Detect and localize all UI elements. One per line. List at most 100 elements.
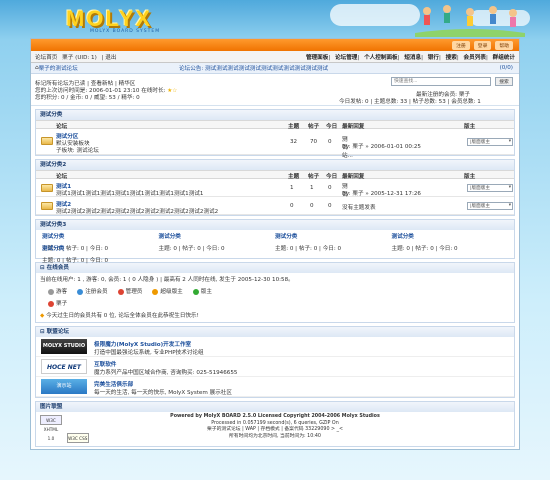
category-section: 测试分类2 论坛 主题 帖子 今日 最新回复 版主 测试1 测试1测试1测试1测… xyxy=(35,159,515,216)
legend-mod: 版主 xyxy=(192,287,212,295)
folder-icon xyxy=(41,202,53,210)
nav-admin-panel[interactable]: 管理面板 xyxy=(306,55,328,61)
announcement[interactable]: 论坛公告: 测试测试测试测试测试测试测试测试测试测试测试 xyxy=(179,64,328,72)
admin-icon xyxy=(117,288,124,295)
cloud-decoration xyxy=(330,4,420,26)
legend-supermod: 超级版主 xyxy=(152,287,183,295)
link-logo[interactable]: 演示站 xyxy=(41,379,87,394)
search-button[interactable]: 搜索 xyxy=(495,77,513,86)
link-desc: 每一天的生活, 每一天的快乐, MolyX System 展示社区 xyxy=(94,390,232,396)
nav-search[interactable]: 搜索 xyxy=(446,55,457,61)
legend-admin: 管理员 xyxy=(117,287,142,295)
forum-row: 测试1 测试1测试1测试1测试1测试1测试1测试1测试1测试1测试1 1 1 0… xyxy=(36,179,514,214)
forum-topics: 1 xyxy=(290,185,294,191)
subcategory-cell[interactable]: 测试分类 主题: 0 | 帖子: 0 | 今日: 0 xyxy=(159,232,276,252)
moderator-select[interactable]: |版面版主 xyxy=(467,138,513,146)
nav-user-link[interactable]: 栗子 (UID: 1) xyxy=(62,55,97,61)
category-section: 测试分类 论坛 主题 帖子 今日 最新回复 版主 测试分区 默认安装板块 子板块… xyxy=(35,109,515,159)
login-button[interactable]: 登录 xyxy=(473,41,492,50)
subforum-link[interactable]: 子板块: 测试论坛 xyxy=(56,146,99,154)
birthday-text: ◆ 今天过生日的会员共有 0 位, 论坛全体会员在此恭祝生日快乐! xyxy=(40,313,199,319)
page-frame: 注册 登录 帮助 论坛首页 栗子 (UID: 1) | 退出 管理面板| 论坛管… xyxy=(30,38,520,450)
link-desc: 打造中国最强论坛系统, 专业PHP技术讨论组 xyxy=(94,350,204,356)
links-section: ⊟ 联盟论坛 MOLYX STUDIO 极限魔力(MolyX Studio)开发… xyxy=(35,326,515,398)
table-header: 论坛 主题 帖子 今日 最新回复 版主 xyxy=(36,120,514,130)
site-logo-subtitle: MOLYX BOARD SYSTEM xyxy=(90,29,161,34)
forum-today: 0 xyxy=(328,139,332,145)
nav-home-link[interactable]: 论坛首页 xyxy=(35,55,57,61)
online-section: ⊟ 在线会员 当前在线用户: 1 , 游客: 0, 会员: 1 ( 0 人隐身 … xyxy=(35,262,515,323)
moderator-select[interactable]: |版面版主 xyxy=(467,184,513,192)
online-user[interactable]: 栗子 xyxy=(36,297,514,309)
forum-posts: 1 xyxy=(310,185,314,191)
forum-desc: 测试2测试2测试2测试2测试2测试2测试2测试2测试2测试2测试2 xyxy=(56,209,219,215)
link-item[interactable]: 演示站 完美生活俱乐部 每一天的生活, 每一天的快乐, MolyX System… xyxy=(36,377,514,397)
collapse-icon[interactable]: ⊟ xyxy=(40,329,47,335)
nav-bank[interactable]: 银行 xyxy=(428,55,439,61)
nav-groups[interactable]: 群组统计 xyxy=(493,55,515,61)
nav-bar: 论坛首页 栗子 (UID: 1) | 退出 管理面板| 论坛管理| 个人控制面板… xyxy=(31,51,519,63)
link-name[interactable]: 互联软件 xyxy=(94,360,116,368)
subcategory-cell[interactable]: 测试分类 主题: 0 | 帖子: 0 | 今日: 0 xyxy=(275,232,392,252)
link-item[interactable]: MOLYX STUDIO 极限魔力(MolyX Studio)开发工作室 打造中… xyxy=(36,337,514,357)
nav-messages[interactable]: 短消息 xyxy=(404,55,421,61)
links-title[interactable]: ⊟ 联盟论坛 xyxy=(36,327,514,337)
link-logo[interactable]: HOCE NET xyxy=(41,359,87,374)
nav-members[interactable]: 会员列表 xyxy=(464,55,486,61)
last-reply-title: 没有主题发表 xyxy=(342,205,376,211)
nav-user-cp[interactable]: 个人控制面板 xyxy=(364,55,398,61)
last-reply-by[interactable]: By: 栗子 » 2006-01-01 00:25 xyxy=(342,142,421,150)
forum-row: 测试2 测试2测试2测试2测试2测试2测试2测试2测试2测试2测试2测试2 0 … xyxy=(36,197,514,215)
help-button[interactable]: 帮助 xyxy=(495,41,513,50)
admin-icon xyxy=(48,300,54,307)
guest-icon xyxy=(48,288,54,295)
subcategory-grid: 测试分类 主题: 0 | 帖子: 0 | 今日: 0 测试分类 主题: 0 | 帖子… xyxy=(36,230,514,264)
footer-time: 所有时间均为北京时间, 当前时间为: 10:40 xyxy=(229,433,321,439)
category-section: 测试分类3 测试分类 主题: 0 | 帖子: 0 | 今日: 0 测试分类 主题: … xyxy=(35,219,515,264)
star-icon: ★☆ xyxy=(167,88,178,94)
subcategory-cell[interactable]: 测试分类 主题: 0 | 帖子: 0 | 今日: 0 xyxy=(392,232,509,252)
forum-today: 0 xyxy=(328,203,332,209)
category-title[interactable]: 测试分类3 xyxy=(36,220,514,230)
moderator-select[interactable]: |版面版主 xyxy=(467,202,513,210)
member-icon xyxy=(77,288,84,295)
link-item[interactable]: HOCE NET 互联软件 魔力系列产品中国区域合作商, 咨询购买: 025-5… xyxy=(36,357,514,377)
breadcrumb-bar: ⌂ 栗子的测试论坛 论坛公告: 测试测试测试测试测试测试测试测试测试测试测试 (… xyxy=(31,63,519,74)
search-input[interactable] xyxy=(391,77,491,86)
category-title[interactable]: 测试分类 xyxy=(36,110,514,120)
folder-icon xyxy=(41,137,53,145)
footer: Powered by MolyX BOARD 2.5.0 Licensed Co… xyxy=(0,414,550,440)
breadcrumb[interactable]: 栗子的测试论坛 xyxy=(39,64,78,72)
legend-guest: 游客 xyxy=(48,287,67,295)
link-desc: 魔力系列产品中国区域合作商, 咨询购买: 025-51946655 xyxy=(94,370,238,376)
user-info-panel: 标记所有论坛为已读 | 查看新帖 | 精华区 您的上次访问时间是: 2006-0… xyxy=(31,74,519,106)
last-reply-by[interactable]: By: 栗子 » 2005-12-31 17:26 xyxy=(342,189,421,197)
online-summary: 当前在线用户: 1 , 游客: 0, 会员: 1 ( 0 人隐身 ) | 最高有… xyxy=(40,277,294,283)
link-logo[interactable]: MOLYX STUDIO xyxy=(41,339,87,354)
folder-icon xyxy=(41,184,53,192)
subcategory-cell[interactable]: 测试分类 主题: 0 | 帖子: 0 | 今日: 0 xyxy=(42,244,159,264)
collapse-icon[interactable]: ⊟ xyxy=(40,265,47,271)
forum-stats: 今日发帖: 0 | 主题总数: 33 | 帖子总数: 53 | 会员总数: 1 xyxy=(339,99,481,105)
forum-desc: 测试1测试1测试1测试1测试1测试1测试1测试1测试1测试1 xyxy=(56,191,204,197)
forum-posts: 70 xyxy=(310,139,318,145)
top-bar: 注册 登录 帮助 xyxy=(31,39,519,51)
nav-forum-manage[interactable]: 论坛管理 xyxy=(335,55,357,61)
register-button[interactable]: 注册 xyxy=(452,41,470,50)
legend-member: 注册会员 xyxy=(77,287,108,295)
link-name[interactable]: 极限魔力(MolyX Studio)开发工作室 xyxy=(94,340,191,348)
forum-posts: 0 xyxy=(310,203,314,209)
forum-topics: 0 xyxy=(290,203,294,209)
forum-row: 测试分区 默认安装板块 子板块: 测试论坛 32 70 0 ▭ 测试站... B… xyxy=(36,129,514,159)
category-title[interactable]: 测试分类2 xyxy=(36,160,514,170)
user-points-text: 您的积分: 0 / 金币: 0 / 威望: 53 / 精华: 0 xyxy=(35,95,140,101)
badges-title: 图片联盟 xyxy=(36,402,514,412)
nav-logout-link[interactable]: | 退出 xyxy=(102,55,117,61)
table-header: 论坛 主题 帖子 今日 最新回复 版主 xyxy=(36,170,514,180)
forum-topics: 32 xyxy=(290,139,298,145)
link-name[interactable]: 完美生活俱乐部 xyxy=(94,380,133,388)
forum-today: 0 xyxy=(328,185,332,191)
supermod-icon xyxy=(152,288,159,295)
subcategory-cell[interactable]: 测试分类 主题: 0 | 帖子: 0 | 今日: 0 xyxy=(42,232,159,252)
page-indicator: (0/0) xyxy=(499,65,513,71)
